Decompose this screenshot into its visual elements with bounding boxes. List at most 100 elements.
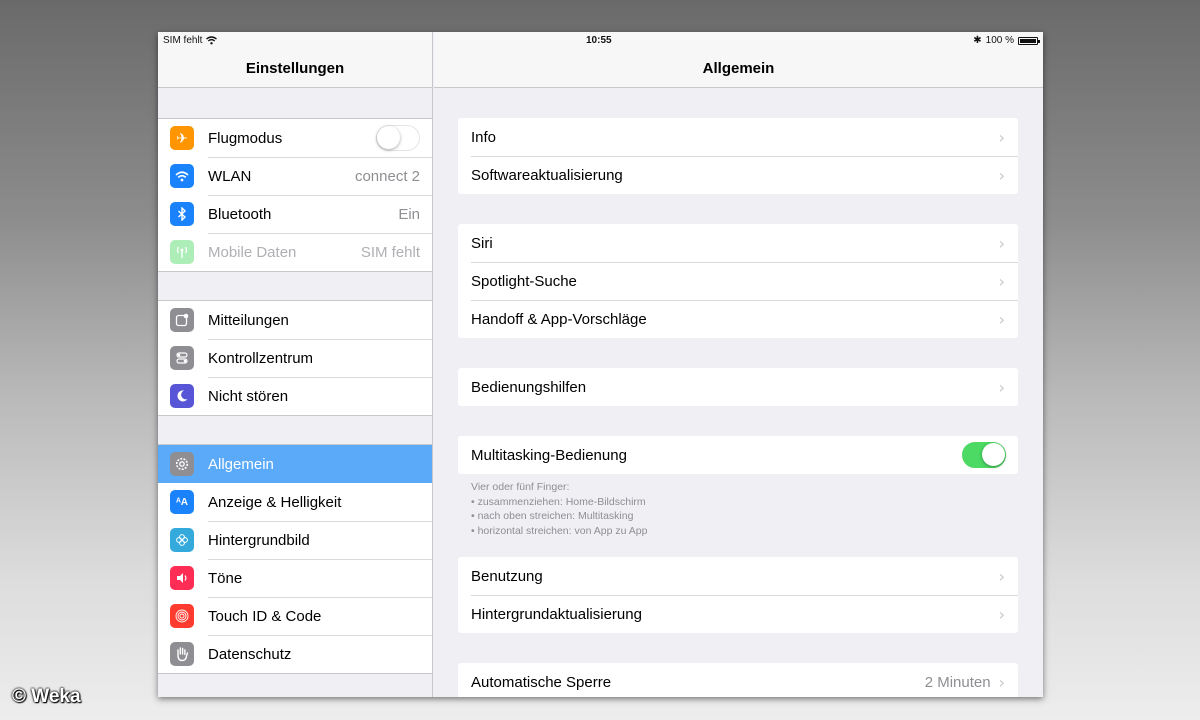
speaker-icon: [170, 566, 194, 590]
sidebar-group-system: Mitteilungen Kontrollzentrum Nicht störe…: [158, 300, 432, 416]
footnote-line: • zusammenziehen: Home-Bildschirm: [471, 495, 646, 508]
status-time: 10:55: [586, 35, 612, 46]
footnote-line: • nach oben streichen: Multitasking: [471, 510, 634, 522]
row-label: Handoff & App-Vorschläge: [471, 310, 647, 328]
sidebar-item-mitteilungen[interactable]: Mitteilungen: [158, 301, 432, 339]
sidebar-item-allgemein[interactable]: Allgemein: [158, 445, 432, 483]
row-benutzung[interactable]: Benutzung ›: [458, 557, 1018, 595]
chevron-right-icon: ›: [998, 604, 1005, 624]
multitasking-toggle[interactable]: [962, 442, 1006, 468]
wifi-icon: [170, 164, 194, 188]
chevron-right-icon: ›: [998, 377, 1005, 397]
sidebar-item-wlan[interactable]: WLAN connect 2: [158, 157, 432, 195]
sidebar-item-kontrollzentrum[interactable]: Kontrollzentrum: [158, 339, 432, 377]
sidebar-item-label: Hintergrundbild: [208, 531, 310, 549]
sidebar-item-label: Töne: [208, 569, 243, 587]
chevron-right-icon: ›: [998, 271, 1005, 291]
row-spotlight-suche[interactable]: Spotlight-Suche ›: [458, 262, 1018, 300]
sidebar-item-hintergrundbild[interactable]: Hintergrundbild: [158, 521, 432, 559]
bluetooth-icon: [170, 202, 194, 226]
chevron-right-icon: ›: [998, 672, 1005, 692]
row-softwareaktualisierung[interactable]: Softwareaktualisierung ›: [458, 156, 1018, 194]
row-handoff[interactable]: Handoff & App-Vorschläge ›: [458, 300, 1018, 338]
card-bedienungshilfen: Bedienungshilfen ›: [458, 368, 1018, 406]
battery-icon: [1018, 36, 1040, 45]
footnote-line: • horizontal streichen: von App zu App: [471, 524, 648, 537]
sidebar-item-mobile-daten[interactable]: Mobile Daten SIM fehlt: [158, 233, 432, 271]
control-center-icon: [170, 346, 194, 370]
footnote-line: Vier oder fünf Finger:: [471, 481, 570, 493]
page-title: Allgemein: [702, 60, 775, 77]
bluetooth-value: Ein: [398, 205, 420, 223]
gear-icon: [170, 452, 194, 476]
row-label: Automatische Sperre: [471, 673, 612, 691]
row-siri[interactable]: Siri ›: [458, 224, 1018, 262]
row-label: Siri: [471, 234, 493, 252]
chevron-right-icon: ›: [998, 566, 1005, 586]
moon-icon: [170, 384, 194, 408]
card-siri: Siri › Spotlight-Suche › Handoff & App-V…: [458, 224, 1018, 338]
sidebar-item-anzeige-helligkeit[interactable]: ᴬA Anzeige & Helligkeit: [158, 483, 432, 521]
sidebar-item-bluetooth[interactable]: Bluetooth Ein: [158, 195, 432, 233]
sidebar-item-datenschutz[interactable]: Datenschutz: [158, 635, 432, 673]
wlan-value: connect 2: [354, 167, 420, 185]
row-multitasking: Multitasking-Bedienung: [458, 436, 1018, 474]
sidebar-item-label: Allgemein: [208, 455, 274, 473]
chevron-right-icon: ›: [998, 309, 1005, 329]
wifi-signal-icon: [206, 36, 218, 45]
sidebar-item-touch-id-code[interactable]: Touch ID & Code: [158, 597, 432, 635]
sidebar-item-label: Mitteilungen: [208, 311, 289, 329]
text-size-icon: ᴬA: [170, 490, 194, 514]
multitasking-footnote: Vier oder fünf Finger: • zusammenziehen:…: [471, 480, 1011, 538]
auto-sperre-value: 2 Minuten: [924, 673, 991, 691]
row-label: Multitasking-Bedienung: [471, 446, 627, 464]
chevron-right-icon: ›: [998, 127, 1005, 147]
settings-sidebar: Einstellungen ✈ Flugmodus WLAN connect 2…: [158, 32, 433, 697]
bluetooth-status-icon: ✱: [973, 35, 982, 46]
chevron-right-icon: ›: [998, 233, 1005, 253]
sidebar-item-label: Flugmodus: [208, 129, 283, 147]
row-bedienungshilfen[interactable]: Bedienungshilfen ›: [458, 368, 1018, 406]
sidebar-item-label: Datenschutz: [208, 645, 292, 663]
row-label: Bedienungshilfen: [471, 378, 587, 396]
watermark: © Weka: [12, 686, 81, 707]
sidebar-title: Einstellungen: [245, 60, 345, 77]
sidebar-item-label: Mobile Daten: [208, 243, 297, 261]
sidebar-item-label: Anzeige & Helligkeit: [208, 493, 342, 511]
sidebar-item-toene[interactable]: Töne: [158, 559, 432, 597]
chevron-right-icon: ›: [998, 165, 1005, 185]
wallpaper-icon: [170, 528, 194, 552]
sidebar-item-label: Bluetooth: [208, 205, 272, 223]
sidebar-item-nicht-stoeren[interactable]: Nicht stören: [158, 377, 432, 415]
card-multitasking: Multitasking-Bedienung: [458, 436, 1018, 474]
sidebar-item-label: Kontrollzentrum: [208, 349, 314, 367]
row-automatische-sperre[interactable]: Automatische Sperre 2 Minuten ›: [458, 663, 1018, 697]
card-auto-sperre: Automatische Sperre 2 Minuten ›: [458, 663, 1018, 697]
hand-icon: [170, 642, 194, 666]
row-hintergrundaktualisierung[interactable]: Hintergrundaktualisierung ›: [458, 595, 1018, 633]
battery-percent: 100 %: [985, 35, 1014, 46]
detail-panel: Allgemein Info › Softwareaktualisierung …: [434, 32, 1043, 697]
flugmodus-toggle[interactable]: [376, 125, 420, 151]
antenna-icon: [170, 240, 194, 264]
sidebar-item-label: Touch ID & Code: [208, 607, 322, 625]
airplane-icon: ✈: [170, 126, 194, 150]
sidebar-group-general: Allgemein ᴬA Anzeige & Helligkeit Hinter…: [158, 444, 432, 674]
row-label: Info: [471, 128, 497, 146]
row-label: Hintergrundaktualisierung: [471, 605, 642, 623]
sidebar-item-label: Nicht stören: [208, 387, 289, 405]
notifications-icon: [170, 308, 194, 332]
sidebar-item-label: WLAN: [208, 167, 252, 185]
sidebar-group-connectivity: ✈ Flugmodus WLAN connect 2 Bluetooth Ein: [158, 118, 432, 272]
carrier-label: SIM fehlt: [163, 35, 203, 46]
row-label: Spotlight-Suche: [471, 272, 577, 290]
status-bar: SIM fehlt 10:55 ✱ 100 %: [158, 32, 1043, 50]
card-benutzung: Benutzung › Hintergrundaktualisierung ›: [458, 557, 1018, 633]
row-label: Benutzung: [471, 567, 543, 585]
mobile-daten-value: SIM fehlt: [360, 243, 420, 261]
card-info: Info › Softwareaktualisierung ›: [458, 118, 1018, 194]
row-info[interactable]: Info ›: [458, 118, 1018, 156]
sidebar-item-flugmodus[interactable]: ✈ Flugmodus: [158, 119, 432, 157]
fingerprint-icon: [170, 604, 194, 628]
ipad-screen: SIM fehlt 10:55 ✱ 100 % Einstellungen ✈ …: [158, 32, 1043, 697]
